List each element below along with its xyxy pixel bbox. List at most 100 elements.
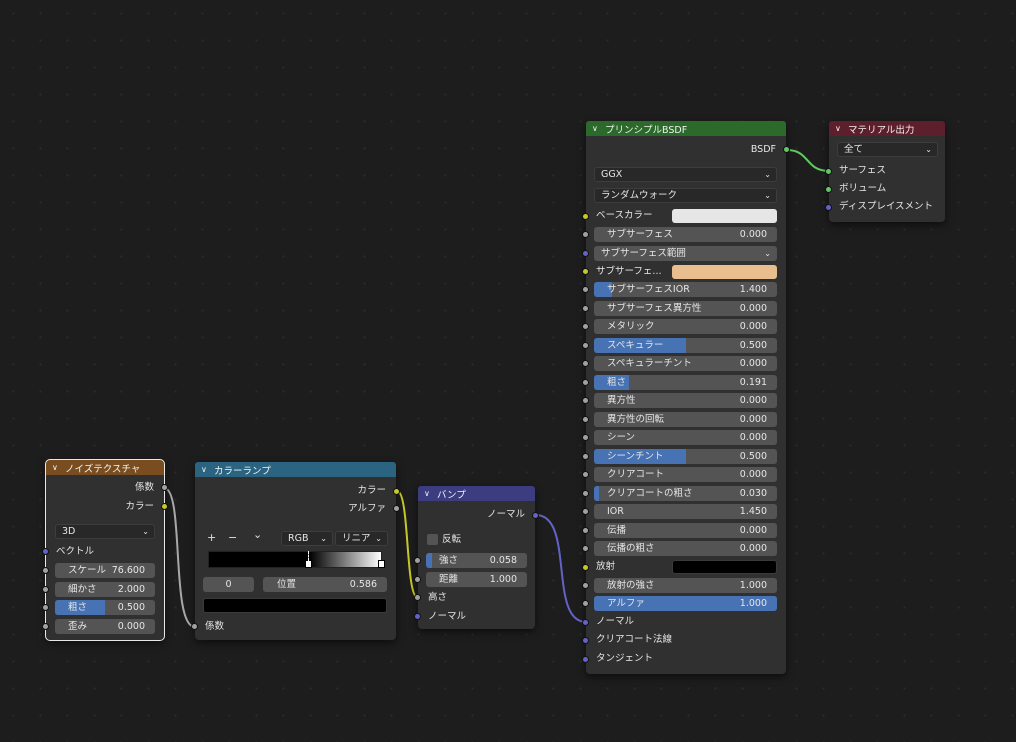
collapse-chevron-icon[interactable]: ∨ — [835, 124, 845, 133]
value-slider-field[interactable]: 異方性 0.000 — [594, 393, 777, 408]
ramp-stop-handle[interactable] — [305, 560, 312, 568]
input-socket[interactable] — [582, 489, 589, 497]
input-socket[interactable] — [414, 557, 421, 564]
stop-position-field[interactable]: 位置 0.586 — [263, 577, 387, 592]
value-slider-field[interactable]: スケール 76.600 — [55, 563, 155, 578]
input-socket[interactable] — [582, 397, 589, 404]
input-emission-socket[interactable] — [582, 564, 589, 571]
input-socket[interactable] — [582, 360, 589, 367]
input-volume-socket[interactable] — [825, 186, 832, 193]
value-slider-field[interactable]: シーン 0.000 — [594, 430, 777, 445]
value-slider-field[interactable]: スペキュラー 0.500 — [594, 337, 777, 353]
color-mode-dropdown[interactable]: RGB ⌄ — [281, 531, 333, 546]
input-fac-socket[interactable] — [191, 623, 198, 630]
output-alpha-socket[interactable] — [393, 505, 400, 512]
input-socket[interactable] — [582, 304, 589, 312]
input-socket[interactable] — [582, 415, 589, 423]
alpha-field[interactable]: アルファ 1.000 — [594, 596, 777, 611]
input-height-socket[interactable] — [414, 594, 421, 601]
value-slider-field[interactable]: 細かさ 2.000 — [55, 581, 155, 597]
color-ramp-node[interactable]: ∨ カラーランプ カラー アルファ + − ⌄ RGB ⌄ リニア ⌄ 0 位置 0… — [191, 462, 400, 640]
add-stop-button[interactable]: + — [207, 531, 216, 544]
distribution-dropdown[interactable]: GGX ⌄ — [594, 167, 777, 182]
value-slider-field[interactable]: 伝播の粗さ 0.000 — [594, 541, 777, 556]
emission-color-swatch[interactable] — [672, 560, 777, 574]
collapse-chevron-icon[interactable]: ∨ — [424, 489, 434, 498]
value-slider-field[interactable]: サブサーフェス異方性 0.000 — [594, 300, 777, 316]
input-subsurface-radius-socket[interactable] — [582, 250, 589, 257]
value-slider-field[interactable]: 距離 1.000 — [426, 572, 527, 587]
input-base-color-socket[interactable] — [582, 213, 589, 220]
remove-stop-button[interactable]: − — [228, 531, 237, 544]
base-color-swatch[interactable] — [672, 209, 777, 223]
subsurface-radius-dropdown[interactable]: サブサーフェス範囲 ⌄ — [594, 246, 777, 261]
output-bsdf-socket[interactable] — [783, 146, 790, 153]
input-alpha-socket[interactable] — [582, 600, 589, 607]
input-socket[interactable] — [414, 576, 421, 583]
value-slider-field[interactable]: 異方性の回転 0.000 — [594, 411, 777, 427]
input-tangent-socket[interactable] — [582, 656, 589, 663]
bump-node[interactable]: ∨ バンプ ノーマル 反転 強さ 0.058 距離 1.000 高さ ノーマル — [414, 486, 539, 629]
input-emission-strength-socket[interactable] — [582, 582, 589, 589]
collapse-chevron-icon[interactable]: ∨ — [52, 463, 62, 472]
invert-checkbox[interactable] — [427, 534, 438, 545]
collapse-chevron-icon[interactable]: ∨ — [201, 465, 211, 474]
output-color-socket[interactable] — [393, 488, 400, 495]
output-fac-socket[interactable] — [161, 484, 168, 491]
input-socket[interactable] — [582, 508, 589, 515]
input-subsurface-color-socket[interactable] — [582, 268, 589, 275]
value-slider-field[interactable]: 粗さ 0.191 — [594, 374, 777, 390]
input-socket[interactable] — [582, 452, 589, 460]
value-slider-field[interactable]: IOR 1.450 — [594, 504, 777, 519]
input-socket[interactable] — [582, 526, 589, 534]
value-slider-field[interactable]: 伝播 0.000 — [594, 522, 777, 538]
input-socket[interactable] — [582, 323, 589, 330]
input-surface-socket[interactable] — [825, 168, 832, 175]
input-subsurface-socket[interactable] — [582, 231, 589, 238]
input-socket[interactable] — [582, 286, 589, 293]
noise-texture-node[interactable]: ∨ ノイズテクスチャ 係数 カラー 3D ⌄ ベクトル スケール 76.600 細かさ… — [42, 459, 168, 641]
value-slider-field[interactable]: 強さ 0.058 — [426, 553, 527, 568]
input-socket[interactable] — [582, 434, 589, 441]
input-socket[interactable] — [42, 622, 49, 630]
emission-strength-field[interactable]: 放射の強さ 1.000 — [594, 578, 777, 593]
value-slider-field[interactable]: スペキュラーチント 0.000 — [594, 356, 777, 371]
color-ramp-header[interactable]: ∨ カラーランプ — [195, 462, 396, 477]
subsurface-color-swatch[interactable] — [672, 265, 777, 279]
input-socket[interactable] — [582, 341, 589, 349]
input-normal-socket[interactable] — [414, 613, 421, 620]
input-socket[interactable] — [42, 567, 49, 574]
principled-bsdf-node[interactable]: ∨ プリンシプルBSDF BSDF GGX ⌄ ランダムウォーク ⌄ ベースカラー … — [582, 121, 790, 674]
material-output-header[interactable]: ∨ マテリアル出力 — [829, 121, 945, 136]
output-color-socket[interactable] — [161, 503, 168, 510]
value-slider-field[interactable]: クリアコートの粗さ 0.030 — [594, 485, 777, 501]
ramp-menu-button[interactable]: ⌄ — [253, 528, 262, 541]
stop-color-swatch[interactable] — [203, 598, 387, 613]
value-slider-field[interactable]: シーンチント 0.500 — [594, 448, 777, 464]
noise-texture-header[interactable]: ∨ ノイズテクスチャ — [46, 460, 164, 475]
color-ramp-gradient[interactable] — [208, 551, 382, 568]
target-dropdown[interactable]: 全て ⌄ — [837, 142, 938, 157]
input-displacement-socket[interactable] — [825, 204, 832, 211]
stop-index-field[interactable]: 0 — [203, 577, 254, 592]
subsurface-field[interactable]: サブサーフェス 0.000 — [594, 227, 777, 242]
input-vector-socket[interactable] — [42, 548, 49, 555]
ramp-stop-handle[interactable] — [378, 560, 385, 568]
output-normal-socket[interactable] — [532, 512, 539, 519]
input-clearcoat-normal-socket[interactable] — [582, 637, 589, 644]
dimension-dropdown[interactable]: 3D ⌄ — [55, 524, 155, 539]
input-socket[interactable] — [42, 585, 49, 593]
input-normal-socket[interactable] — [582, 619, 589, 626]
input-socket[interactable] — [582, 471, 589, 478]
value-slider-field[interactable]: クリアコート 0.000 — [594, 467, 777, 482]
material-output-node[interactable]: ∨ マテリアル出力 全て ⌄ サーフェス ボリューム ディスプレイスメント — [825, 121, 945, 222]
subsurface-method-dropdown[interactable]: ランダムウォーク ⌄ — [594, 188, 777, 203]
value-slider-field[interactable]: 歪み 0.000 — [55, 618, 155, 634]
input-socket[interactable] — [582, 378, 589, 386]
interpolation-dropdown[interactable]: リニア ⌄ — [335, 531, 388, 546]
input-socket[interactable] — [582, 545, 589, 552]
collapse-chevron-icon[interactable]: ∨ — [592, 124, 602, 133]
value-slider-field[interactable]: サブサーフェスIOR 1.400 — [594, 282, 777, 297]
input-socket[interactable] — [42, 604, 49, 611]
bump-header[interactable]: ∨ バンプ — [418, 486, 535, 501]
